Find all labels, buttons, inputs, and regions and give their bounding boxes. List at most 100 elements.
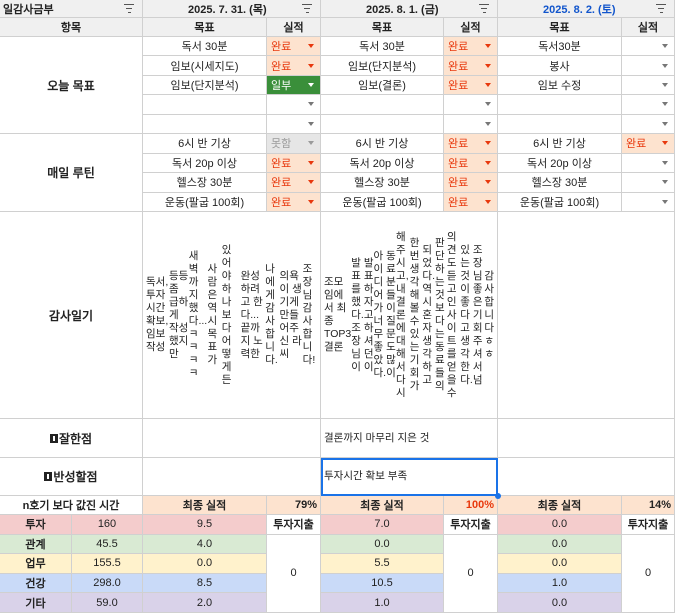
filter-icon[interactable] [479,4,489,13]
date-header[interactable]: 2025. 8. 1. (금) [321,0,498,18]
goal-cell[interactable]: 6시 반 기상 [498,134,622,154]
good-point-cell[interactable] [498,419,675,458]
status-dropdown[interactable]: 못함 [267,134,321,154]
dropdown-arrow-icon[interactable] [485,141,491,146]
goal-cell[interactable]: 독서 20p 이상 [498,153,622,173]
dropdown-arrow-icon[interactable] [662,44,668,49]
goal-cell[interactable] [143,95,267,115]
goal-cell[interactable]: 독서30분 [498,37,622,57]
goal-cell[interactable] [321,95,444,115]
dropdown-arrow-icon[interactable] [485,102,491,107]
goal-cell[interactable] [498,95,622,115]
status-dropdown[interactable]: 완료 [444,37,498,57]
status-dropdown[interactable] [622,173,675,193]
category-day-value[interactable]: 7.0 [321,515,444,535]
filter-icon[interactable] [656,4,666,13]
goal-cell[interactable]: 임보(단지분석) [143,75,267,96]
gratitude-text[interactable]: 독서, 투자시간 확보, 임보 작성 등등 좀 급하게 작성했지만 새벽까지 했다.… [143,212,321,419]
dropdown-arrow-icon[interactable] [485,121,491,126]
dropdown-arrow-icon[interactable] [308,44,314,49]
goal-cell[interactable]: 헬스장 30분 [143,173,267,193]
status-dropdown[interactable]: 완료 [267,56,321,76]
category-day-value[interactable]: 0.0 [498,515,622,535]
dropdown-arrow-icon[interactable] [485,199,491,204]
status-dropdown[interactable]: 완료 [267,192,321,212]
gratitude-text[interactable]: 조모임에서 최종 TOP3 결론 발표를 했다. 조장님이 발표하자고 하셔던 이아… [321,212,498,419]
dropdown-arrow-icon[interactable] [662,121,668,126]
category-day-value[interactable]: 1.0 [321,593,444,613]
dropdown-arrow-icon[interactable] [308,160,314,165]
date-header[interactable]: 2025. 7. 31. (목) [143,0,321,18]
dropdown-arrow-icon[interactable] [662,63,668,68]
gratitude-text[interactable] [498,212,675,419]
reflect-point-cell[interactable] [143,458,321,496]
goal-cell[interactable]: 임보(단지분석) [321,56,444,76]
status-dropdown[interactable]: 일부 [267,75,321,96]
goal-cell[interactable]: 봉사 [498,56,622,76]
selection-handle[interactable] [495,493,501,499]
goal-cell[interactable]: 독서 30분 [321,37,444,57]
status-dropdown[interactable] [622,75,675,96]
date-header[interactable]: 2025. 8. 2. (토) [498,0,675,18]
invest-out-value[interactable]: 0 [622,534,675,613]
goal-cell[interactable]: 헬스장 30분 [498,173,622,193]
goal-cell[interactable]: 독서 20p 이상 [321,153,444,173]
dropdown-arrow-icon[interactable] [485,82,491,87]
status-dropdown[interactable]: 완료 [267,153,321,173]
category-day-value[interactable]: 0.0 [321,534,444,555]
category-day-value[interactable]: 10.5 [321,573,444,594]
category-day-value[interactable]: 8.5 [143,573,267,594]
dropdown-arrow-icon[interactable] [485,44,491,49]
dropdown-arrow-icon[interactable] [662,82,668,87]
status-dropdown[interactable]: 완료 [267,37,321,57]
sheet-title-cell[interactable]: 일감사금부 [0,0,143,18]
category-day-value[interactable]: 0.0 [498,554,622,574]
goal-cell[interactable]: 임보(시세지도) [143,56,267,76]
status-dropdown[interactable] [622,153,675,173]
category-day-value[interactable]: 1.0 [498,573,622,594]
status-dropdown[interactable] [622,37,675,57]
dropdown-arrow-icon[interactable] [485,180,491,185]
category-day-value[interactable]: 2.0 [143,593,267,613]
goal-cell[interactable]: 운동(팔굽 100회) [321,192,444,212]
dropdown-arrow-icon[interactable] [485,63,491,68]
goal-cell[interactable]: 임보 수정 [498,75,622,96]
dropdown-arrow-icon[interactable] [662,199,668,204]
status-dropdown[interactable]: 완료 [444,173,498,193]
dropdown-arrow-icon[interactable] [662,160,668,165]
category-day-value[interactable]: 9.5 [143,515,267,535]
goal-cell[interactable] [143,114,267,134]
dropdown-arrow-icon[interactable] [308,199,314,204]
goal-cell[interactable]: 운동(팔굽 100회) [498,192,622,212]
goal-cell[interactable] [321,114,444,134]
filter-icon[interactable] [124,4,134,13]
goal-cell[interactable] [498,114,622,134]
reflect-point-cell[interactable] [498,458,675,496]
status-dropdown[interactable]: 완료 [444,75,498,96]
status-dropdown[interactable]: 완료 [444,192,498,212]
status-dropdown[interactable]: 완료 [444,56,498,76]
category-day-value[interactable]: 5.5 [321,554,444,574]
status-dropdown[interactable] [622,56,675,76]
dropdown-arrow-icon[interactable] [662,180,668,185]
status-dropdown[interactable]: 완료 [267,173,321,193]
goal-cell[interactable]: 헬스장 30분 [321,173,444,193]
status-dropdown[interactable] [622,192,675,212]
dropdown-arrow-icon[interactable] [485,160,491,165]
good-point-cell[interactable]: 결론까지 마무리 지은 것 [321,419,498,458]
dropdown-arrow-icon[interactable] [662,102,668,107]
dropdown-arrow-icon[interactable] [308,121,314,126]
category-day-value[interactable]: 0.0 [498,534,622,555]
status-dropdown[interactable] [267,114,321,134]
category-day-value[interactable]: 0.0 [498,593,622,613]
category-day-value[interactable]: 0.0 [143,554,267,574]
goal-cell[interactable]: 임보(결론) [321,75,444,96]
goal-cell[interactable]: 운동(팔굽 100회) [143,192,267,212]
goal-cell[interactable]: 6시 반 기상 [143,134,267,154]
status-dropdown[interactable]: 완료 [444,134,498,154]
dropdown-arrow-icon[interactable] [662,141,668,146]
status-dropdown[interactable]: 완료 [444,153,498,173]
goal-cell[interactable]: 독서 30분 [143,37,267,57]
invest-out-value[interactable]: 0 [444,534,498,613]
status-dropdown[interactable] [622,114,675,134]
